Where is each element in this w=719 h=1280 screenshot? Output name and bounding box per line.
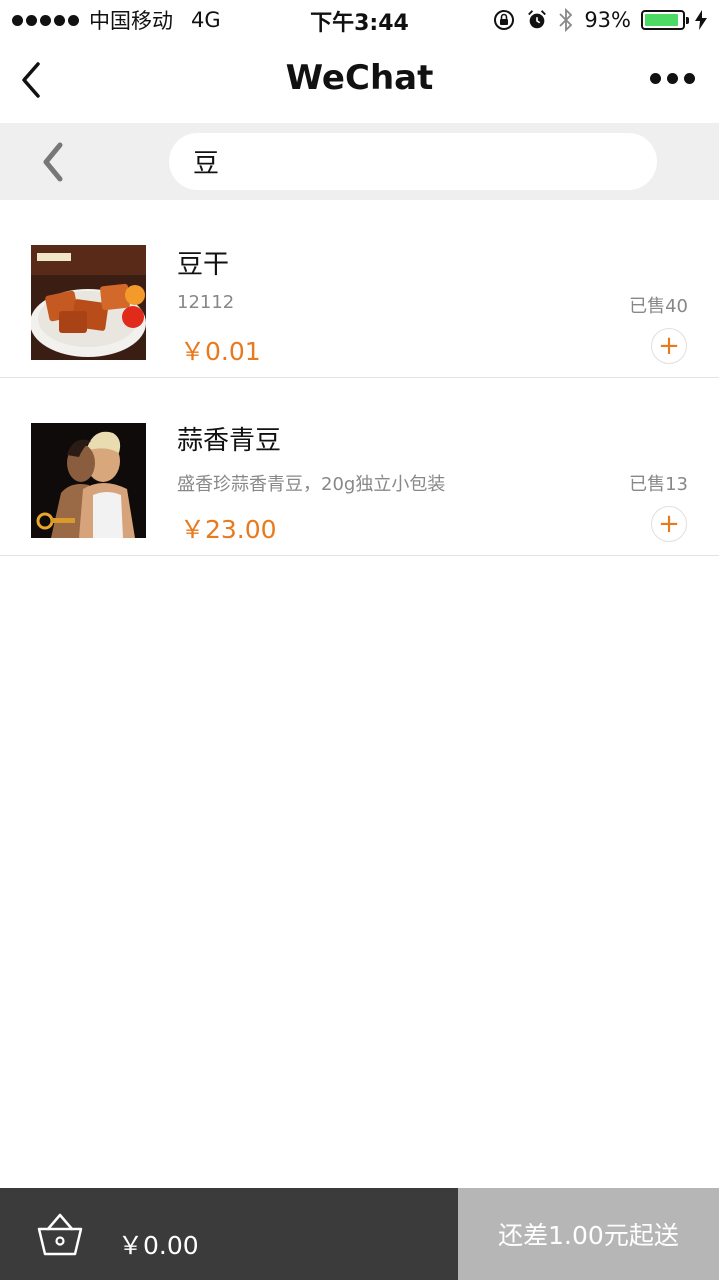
- nav-bar: WeChat: [0, 40, 719, 123]
- alarm-icon: [528, 10, 547, 29]
- list-item[interactable]: 豆干 12112 已售40 ￥0.01 +: [0, 200, 719, 378]
- product-name: 豆干: [177, 250, 230, 280]
- battery-percent: 93%: [584, 8, 631, 32]
- product-name: 蒜香青豆: [177, 426, 282, 456]
- search-input[interactable]: [169, 133, 657, 190]
- bluetooth-icon: [559, 7, 573, 33]
- cart-summary[interactable]: ￥0.00: [0, 1188, 458, 1280]
- product-image: [31, 423, 146, 538]
- add-to-cart-button[interactable]: +: [651, 328, 687, 364]
- sold-count: 已售40: [629, 296, 688, 317]
- cart-total: ￥0.00: [118, 1231, 199, 1260]
- product-image: [31, 245, 146, 360]
- list-item[interactable]: 蒜香青豆 盛香珍蒜香青豆，20g独立小包装 已售13 ￥23.00 +: [0, 378, 719, 556]
- product-list: 豆干 12112 已售40 ￥0.01 + 蒜香青豆 盛香珍蒜香青豆，20g独立…: [0, 200, 719, 556]
- product-price: ￥0.01: [180, 337, 261, 366]
- status-bar: 中国移动 4G 下午3:44 93%: [0, 0, 719, 40]
- plus-icon: +: [658, 331, 680, 361]
- charging-icon: [695, 10, 707, 30]
- search-back-icon[interactable]: [36, 141, 72, 183]
- status-right: 93%: [492, 6, 707, 34]
- product-description: 盛香珍蒜香青豆，20g独立小包装: [177, 474, 446, 495]
- sold-count: 已售13: [629, 474, 688, 495]
- basket-icon[interactable]: [36, 1212, 84, 1258]
- more-dots-icon[interactable]: [650, 73, 695, 84]
- add-to-cart-button[interactable]: +: [651, 506, 687, 542]
- checkout-button[interactable]: 还差1.00元起送: [458, 1188, 719, 1280]
- cart-bar: ￥0.00 还差1.00元起送: [0, 1188, 719, 1280]
- battery-icon: [641, 10, 689, 30]
- plus-icon: +: [658, 509, 680, 539]
- product-price: ￥23.00: [180, 515, 277, 544]
- search-bar: [0, 123, 719, 200]
- page-title: WeChat: [285, 58, 434, 98]
- rotation-lock-icon: [494, 10, 515, 30]
- product-description: 12112: [177, 292, 235, 313]
